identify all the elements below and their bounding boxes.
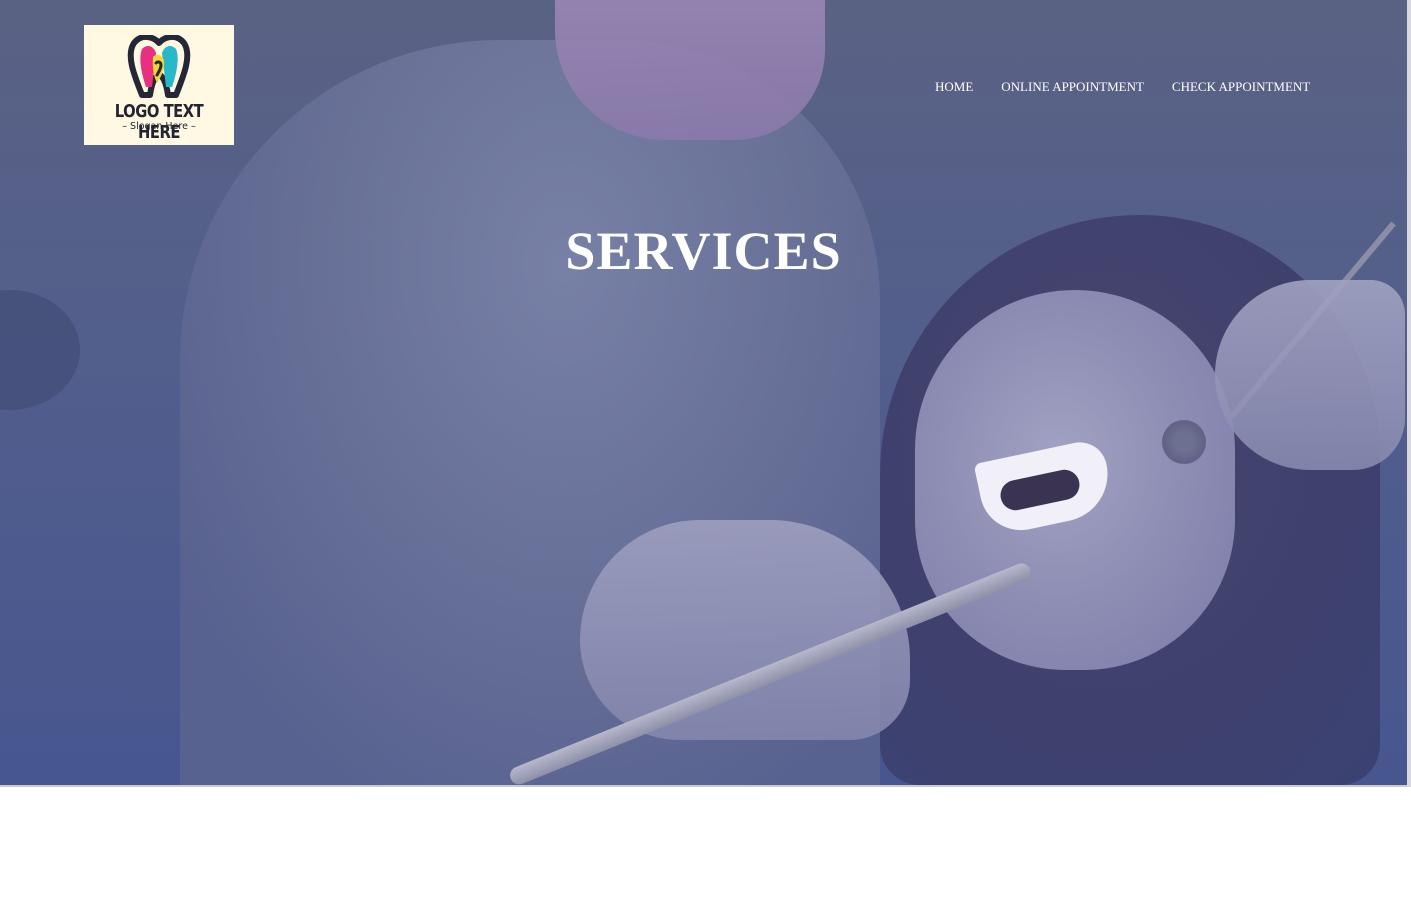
background-blur: [0, 290, 80, 410]
dentist-hand-right: [1215, 280, 1405, 470]
nav-online-appointment[interactable]: ONLINE APPOINTMENT: [1001, 79, 1144, 95]
page-title: SERVICES: [565, 221, 842, 281]
dental-mirror: [1162, 420, 1206, 464]
nav-home[interactable]: HOME: [935, 79, 973, 95]
nav-check-appointment[interactable]: CHECK APPOINTMENT: [1172, 79, 1310, 95]
hero-banner: LOGO TEXT HERE – Slogan Here – HOME ONLI…: [0, 0, 1407, 787]
main-nav: HOME ONLINE APPOINTMENT CHECK APPOINTMEN…: [935, 79, 1310, 95]
site-logo[interactable]: LOGO TEXT HERE – Slogan Here –: [84, 25, 234, 145]
tooth-logo-icon: [127, 35, 191, 98]
logo-slogan: – Slogan Here –: [122, 121, 196, 132]
page-edge: [1407, 0, 1411, 787]
